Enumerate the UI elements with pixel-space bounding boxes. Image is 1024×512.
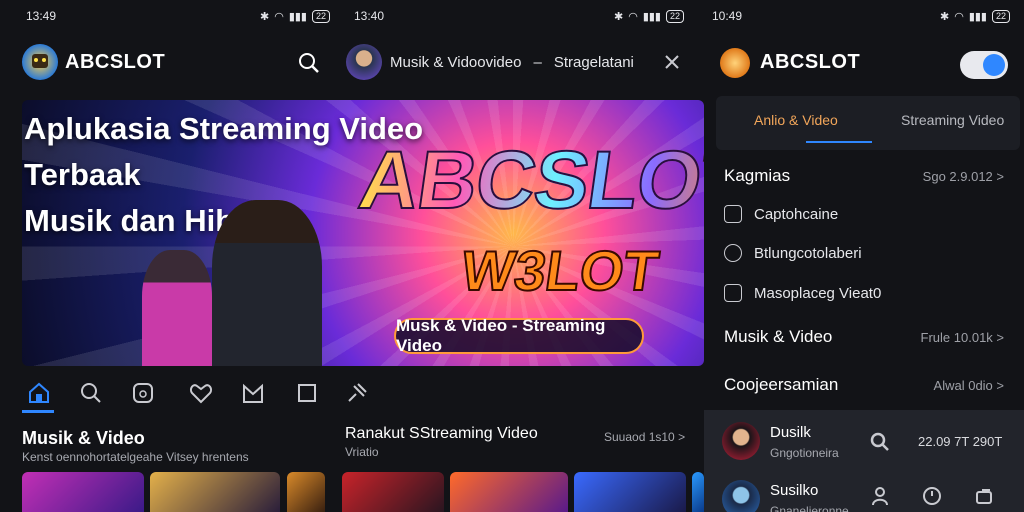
menu-row-kagmias[interactable]: Kagmias Sgo 2.9.012 > bbox=[724, 166, 1004, 186]
avatar[interactable] bbox=[346, 44, 382, 80]
submenu-item[interactable]: Captohcaine bbox=[724, 205, 838, 223]
search-icon[interactable] bbox=[78, 380, 104, 406]
tab-audio-video[interactable]: Anlio & Video bbox=[754, 112, 838, 128]
video-thumbnail[interactable] bbox=[150, 472, 280, 512]
section-subtitle-1: Kenst oennohortatelgeahe Vitsey hrentens bbox=[22, 450, 249, 464]
menu-value: Frule 10.01k > bbox=[920, 329, 1004, 345]
status-icons: ✱ ◠ ▮▮▮ 22 bbox=[259, 9, 330, 23]
menu-row-musik-video[interactable]: Musik & Video Frule 10.01k > bbox=[724, 327, 1004, 347]
header-subtitle: Stragelatani bbox=[553, 54, 634, 71]
wifi-icon: ◠ bbox=[274, 10, 284, 23]
submenu-label: Btlungcotolaberi bbox=[754, 244, 862, 262]
status-time: 13:49 bbox=[26, 9, 57, 23]
bluetooth-icon: ✱ bbox=[613, 10, 624, 23]
hero-pill[interactable]: Musk & Video - Streaming Video bbox=[394, 316, 644, 355]
theme-toggle[interactable] bbox=[960, 51, 1008, 79]
folder-icon bbox=[724, 284, 742, 302]
video-thumbnail[interactable] bbox=[574, 472, 686, 512]
video-thumbnail[interactable] bbox=[692, 472, 704, 512]
segmented-tabs: Anlio & Video Streaming Video bbox=[716, 96, 1020, 150]
list-item[interactable]: Susilko Gnanelieronne bbox=[722, 478, 1012, 512]
status-time: 13:40 bbox=[354, 9, 385, 23]
share-icon[interactable] bbox=[974, 486, 994, 511]
hero-banner[interactable]: Aplukasia Streaming Video Terbaak Musik … bbox=[22, 100, 704, 366]
menu-value: Sgo 2.9.012 > bbox=[922, 168, 1004, 184]
section-title-1: Musik & Video bbox=[22, 428, 145, 448]
singer-man bbox=[212, 200, 322, 366]
video-thumbnail[interactable] bbox=[22, 472, 144, 512]
list-item-subtitle: Gngotioneira bbox=[770, 446, 839, 460]
tab-streaming-video[interactable]: Streaming Video bbox=[901, 112, 1004, 128]
app-logo bbox=[720, 48, 750, 78]
search-icon[interactable] bbox=[298, 52, 320, 74]
toggle-knob bbox=[983, 54, 1005, 76]
status-bar-2: 13:40 ✱ ◠ ▮▮▮ 22 bbox=[354, 0, 684, 32]
status-icons: ✱ ◠ ▮▮▮ 22 bbox=[939, 9, 1010, 23]
battery-icon: 22 bbox=[311, 9, 330, 23]
robot-icon bbox=[32, 54, 48, 68]
bluetooth-icon: ✱ bbox=[939, 10, 950, 23]
menu-label: Coojeersamian bbox=[724, 375, 839, 394]
app-logo bbox=[22, 44, 58, 80]
checkbox-icon bbox=[724, 205, 742, 223]
menu-label: Kagmias bbox=[724, 166, 791, 185]
home-active-underline bbox=[22, 410, 54, 413]
bluetooth-icon: ✱ bbox=[259, 10, 270, 23]
video-thumbnail[interactable] bbox=[450, 472, 568, 512]
user-icon[interactable] bbox=[870, 486, 890, 511]
hero-logo-sub: W3LOT bbox=[457, 238, 664, 303]
list-item-value: 22.09 7T 290T bbox=[918, 434, 1003, 449]
singer-woman bbox=[142, 250, 212, 366]
signal-icon: ▮▮▮ bbox=[288, 10, 307, 23]
pin-icon[interactable] bbox=[344, 380, 370, 406]
signal-icon: ▮▮▮ bbox=[642, 10, 661, 23]
signal-icon: ▮▮▮ bbox=[968, 10, 987, 23]
mail-icon[interactable] bbox=[240, 380, 266, 406]
menu-value: Alwal 0dio > bbox=[933, 377, 1004, 393]
square-icon[interactable] bbox=[294, 380, 320, 406]
close-icon[interactable] bbox=[664, 54, 680, 70]
status-time: 10:49 bbox=[712, 9, 743, 23]
status-icons: ✱ ◠ ▮▮▮ 22 bbox=[613, 9, 684, 23]
video-thumbnail[interactable] bbox=[287, 472, 325, 512]
brand-name: ABCSLOT bbox=[65, 51, 166, 73]
info-icon bbox=[724, 244, 742, 262]
list-item-title: Dusilk bbox=[770, 424, 811, 441]
list-item-title: Susilko bbox=[770, 482, 819, 499]
status-bar-1: 13:49 ✱ ◠ ▮▮▮ 22 bbox=[26, 0, 330, 32]
section-title-2: Ranakut SStreaming Video bbox=[345, 425, 538, 442]
submenu-label: Captohcaine bbox=[754, 205, 839, 223]
hero-logo-text: ABCSLOT bbox=[353, 134, 704, 228]
heart-icon[interactable] bbox=[188, 380, 214, 406]
header-title: Musik & Vidoovideo bbox=[390, 54, 522, 71]
video-thumbnail[interactable] bbox=[342, 472, 444, 512]
submenu-label: Masoplaceg Vieat0 bbox=[754, 284, 882, 302]
menu-row-coojeersamian[interactable]: Coojeersamian Alwal 0dio > bbox=[724, 375, 1004, 395]
list-item-subtitle: Gnanelieronne bbox=[770, 504, 849, 512]
header-dash: – bbox=[533, 54, 542, 71]
home-icon[interactable] bbox=[26, 380, 52, 406]
battery-icon: 22 bbox=[991, 9, 1010, 23]
section-subtitle-2: Vriatio bbox=[345, 445, 379, 459]
clock-icon[interactable] bbox=[922, 486, 942, 511]
header-title-2: Musik & Vidoovideo – Stragelatani bbox=[390, 54, 634, 71]
submenu-item[interactable]: Btlungcotolaberi bbox=[724, 244, 862, 262]
music-icon[interactable] bbox=[130, 380, 156, 406]
battery-icon: 22 bbox=[665, 9, 684, 23]
wifi-icon: ◠ bbox=[628, 10, 638, 23]
menu-label: Musik & Video bbox=[724, 327, 833, 346]
submenu-item[interactable]: Masoplaceg Vieat0 bbox=[724, 284, 881, 302]
brand-name: ABCSLOT bbox=[760, 51, 861, 73]
avatar bbox=[722, 480, 760, 512]
see-all-link[interactable]: Suuaod 1s10 > bbox=[604, 430, 685, 444]
avatar bbox=[722, 422, 760, 460]
tab-active-underline bbox=[806, 141, 872, 143]
wifi-icon: ◠ bbox=[954, 10, 964, 23]
search-icon[interactable] bbox=[870, 432, 890, 457]
list-item[interactable]: Dusilk Gngotioneira 22.09 7T 290T bbox=[722, 420, 1012, 464]
status-bar-3: 10:49 ✱ ◠ ▮▮▮ 22 bbox=[712, 0, 1010, 32]
